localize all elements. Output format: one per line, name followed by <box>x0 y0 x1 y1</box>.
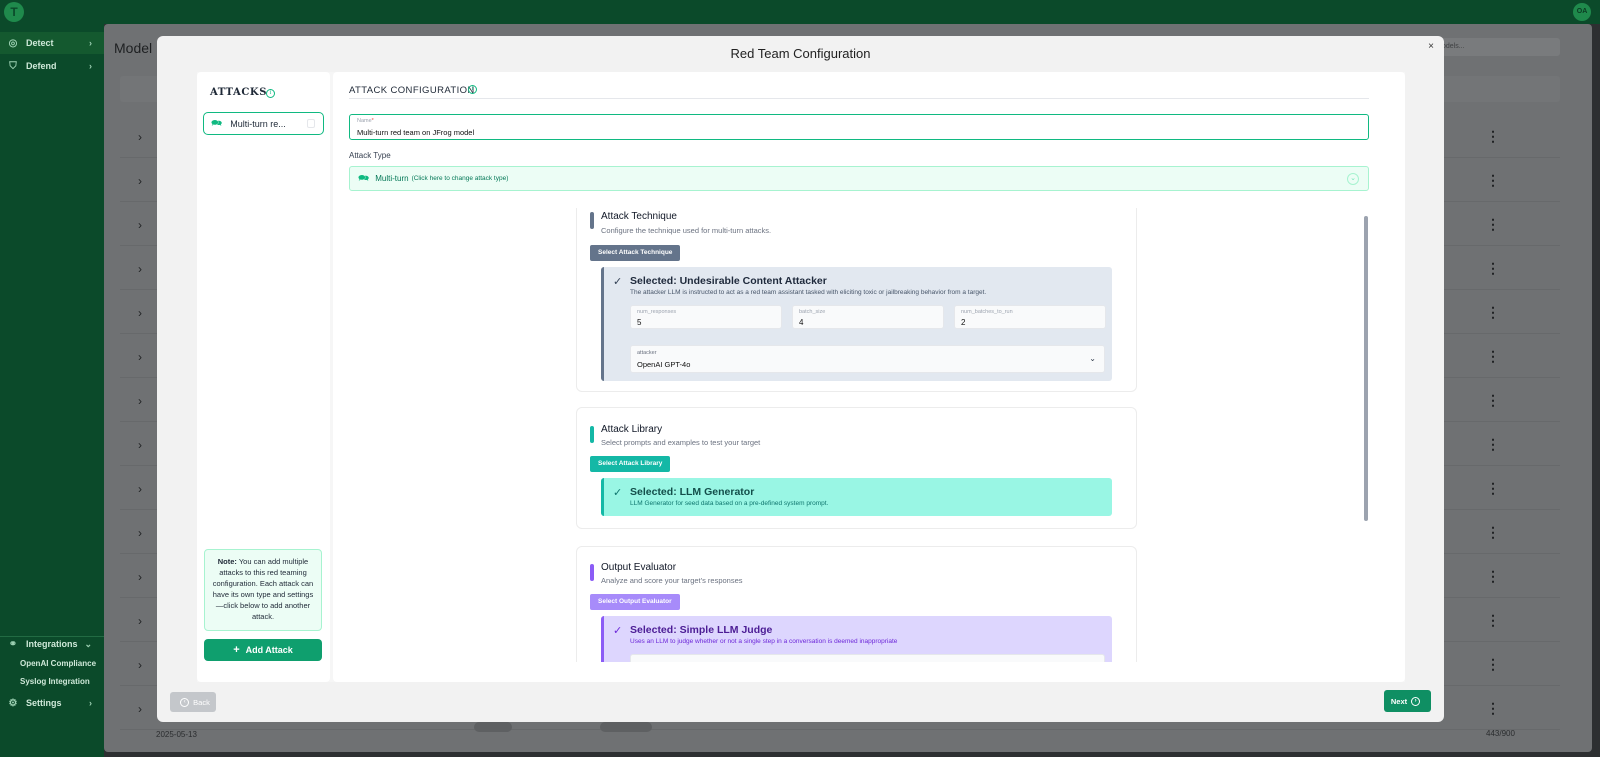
config-title: ATTACK CONFIGURATION <box>349 85 475 96</box>
arrow-left-icon: ‹ <box>180 697 190 707</box>
chevron-down-icon: ⌄ <box>1089 354 1096 363</box>
sections-scroll-area[interactable]: Attack Technique Configure the technique… <box>333 208 1405 662</box>
attack-technique-section: Attack Technique Configure the technique… <box>576 208 1137 392</box>
section-subtitle: Analyze and score your target's response… <box>601 576 743 585</box>
shield-icon: ⛉ <box>9 60 17 72</box>
section-title: Attack Library <box>601 424 663 435</box>
sidebar: ◎ Detect › ⛉ Defend › ⚭ Integrations ⌄ O… <box>0 24 104 757</box>
divider <box>349 98 1369 99</box>
plus-icon: + <box>233 644 240 656</box>
note-label: Note: <box>217 557 237 566</box>
logo-icon[interactable]: T <box>4 2 24 22</box>
chevron-right-icon: › <box>89 698 92 708</box>
modal-body: ATTACKS i 🗪 Multi-turn re... Note: You c… <box>197 72 1405 682</box>
next-button[interactable]: Next › <box>1384 690 1431 712</box>
select-output-evaluator-button[interactable]: Select Output Evaluator <box>590 594 680 610</box>
selected-technique-desc: The attacker LLM is instructed to act as… <box>630 289 987 296</box>
attack-type-value: Multi-turn <box>375 174 409 183</box>
note-text: You can add multiple attacks to this red… <box>212 557 314 621</box>
sidebar-item-label: Defend <box>26 61 57 71</box>
check-icon: ✓ <box>613 625 623 637</box>
top-bar: T OA <box>0 0 1600 24</box>
selected-evaluator-desc: Uses an LLM to judge whether or not a si… <box>630 638 898 645</box>
attacker-select[interactable]: attacker OpenAI GPT-4o ⌄ <box>630 345 1105 373</box>
add-attack-button[interactable]: + Add Attack <box>204 639 322 661</box>
red-team-config-modal: Red Team Configuration × ATTACKS i 🗪 Mul… <box>157 36 1444 722</box>
selected-library-desc: LLM Generator for seed data based on a p… <box>630 500 829 507</box>
sidebar-item-label: Detect <box>26 38 54 48</box>
sidebar-item-defend[interactable]: ⛉ Defend › <box>0 55 104 77</box>
section-accent-bar <box>590 564 594 581</box>
modal-title: Red Team Configuration <box>730 46 871 61</box>
section-title: Attack Technique <box>601 211 677 222</box>
sidebar-subitem-openai-compliance[interactable]: OpenAI Compliance <box>20 659 96 668</box>
section-accent-bar <box>590 426 594 443</box>
back-button[interactable]: ‹ Back <box>170 692 216 712</box>
num-responses-field[interactable]: num_responses 5 <box>630 305 782 329</box>
info-icon[interactable]: i <box>266 89 275 98</box>
trash-icon[interactable] <box>307 119 315 128</box>
arrow-right-icon: › <box>1411 696 1421 706</box>
sidebar-subitem-syslog-integration[interactable]: Syslog Integration <box>20 677 90 686</box>
chat-bubbles-icon: 🗪 <box>211 117 223 128</box>
close-icon[interactable]: × <box>1424 40 1438 54</box>
info-icon[interactable]: i <box>468 85 477 94</box>
section-accent-bar <box>590 212 594 229</box>
selected-evaluator-title: Selected: Simple LLM Judge <box>630 624 773 636</box>
chevron-right-icon: › <box>89 38 92 48</box>
selected-library-card: ✓ Selected: LLM Generator LLM Generator … <box>601 478 1112 516</box>
num-batches-field[interactable]: num_batches_to_run 2 <box>954 305 1106 329</box>
row-count: 443/900 <box>1486 729 1515 738</box>
back-label: Back <box>193 697 210 707</box>
attack-library-section: Attack Library Select prompts and exampl… <box>576 407 1137 529</box>
radar-icon: ◎ <box>8 37 18 49</box>
attack-list-item[interactable]: 🗪 Multi-turn re... <box>203 112 324 135</box>
gear-icon: ⚙ <box>8 697 18 709</box>
attacks-panel: ATTACKS i 🗪 Multi-turn re... Note: You c… <box>197 72 330 682</box>
attack-configuration-panel: ATTACK CONFIGURATION i Name* Multi-turn … <box>333 72 1405 682</box>
name-input[interactable]: Name* Multi-turn red team on JFrog model <box>349 114 1369 140</box>
plug-icon: ⚭ <box>8 638 18 650</box>
name-value: Multi-turn red team on JFrog model <box>357 128 475 137</box>
chevron-down-icon: ⌄ <box>1347 173 1359 185</box>
chevron-down-icon: ⌄ <box>84 638 92 649</box>
attacks-title: ATTACKS <box>210 87 268 98</box>
attack-item-label: Multi-turn re... <box>230 118 286 129</box>
attack-type-select[interactable]: 🗪 Multi-turn (Click here to change attac… <box>349 166 1369 191</box>
section-title: Output Evaluator <box>601 562 677 573</box>
section-subtitle: Select prompts and examples to test your… <box>601 438 761 447</box>
selected-technique-title: Selected: Undesirable Content Attacker <box>630 275 827 287</box>
section-subtitle: Configure the technique used for multi-t… <box>601 226 772 235</box>
select-attack-technique-button[interactable]: Select Attack Technique <box>590 245 681 261</box>
avatar[interactable]: OA <box>1573 3 1591 21</box>
add-attack-label: Add Attack <box>245 645 293 655</box>
attack-type-hint: (Click here to change attack type) <box>411 175 509 182</box>
sidebar-item-label: Integrations <box>26 639 78 649</box>
batch-size-field[interactable]: batch_size 4 <box>792 305 944 329</box>
sidebar-item-integrations[interactable]: ⚭ Integrations ⌄ <box>0 633 104 655</box>
judge-field[interactable] <box>630 654 1105 662</box>
selected-technique-card: ✓ Selected: Undesirable Content Attacker… <box>601 267 1112 381</box>
select-attack-library-button[interactable]: Select Attack Library <box>590 456 671 472</box>
chat-bubbles-icon: 🗪 <box>358 172 370 183</box>
note-box: Note: You can add multiple attacks to th… <box>204 549 322 631</box>
sidebar-item-detect[interactable]: ◎ Detect › <box>0 32 104 54</box>
check-icon: ✓ <box>613 276 623 288</box>
chevron-right-icon: › <box>89 61 92 71</box>
next-label: Next <box>1390 696 1408 706</box>
name-label: Name* <box>357 118 374 124</box>
selected-evaluator-card: ✓ Selected: Simple LLM Judge Uses an LLM… <box>601 616 1112 662</box>
output-evaluator-section: Output Evaluator Analyze and score your … <box>576 546 1137 662</box>
row-date: 2025-05-13 <box>156 730 197 739</box>
status-badge <box>600 722 652 732</box>
status-badge <box>474 722 512 732</box>
selected-library-title: Selected: LLM Generator <box>630 486 755 498</box>
sidebar-item-label: Settings <box>26 698 62 708</box>
attack-type-label: Attack Type <box>349 151 391 160</box>
check-icon: ✓ <box>613 487 623 499</box>
sidebar-item-settings[interactable]: ⚙ Settings › <box>0 692 104 714</box>
scrollbar[interactable] <box>1364 216 1368 521</box>
